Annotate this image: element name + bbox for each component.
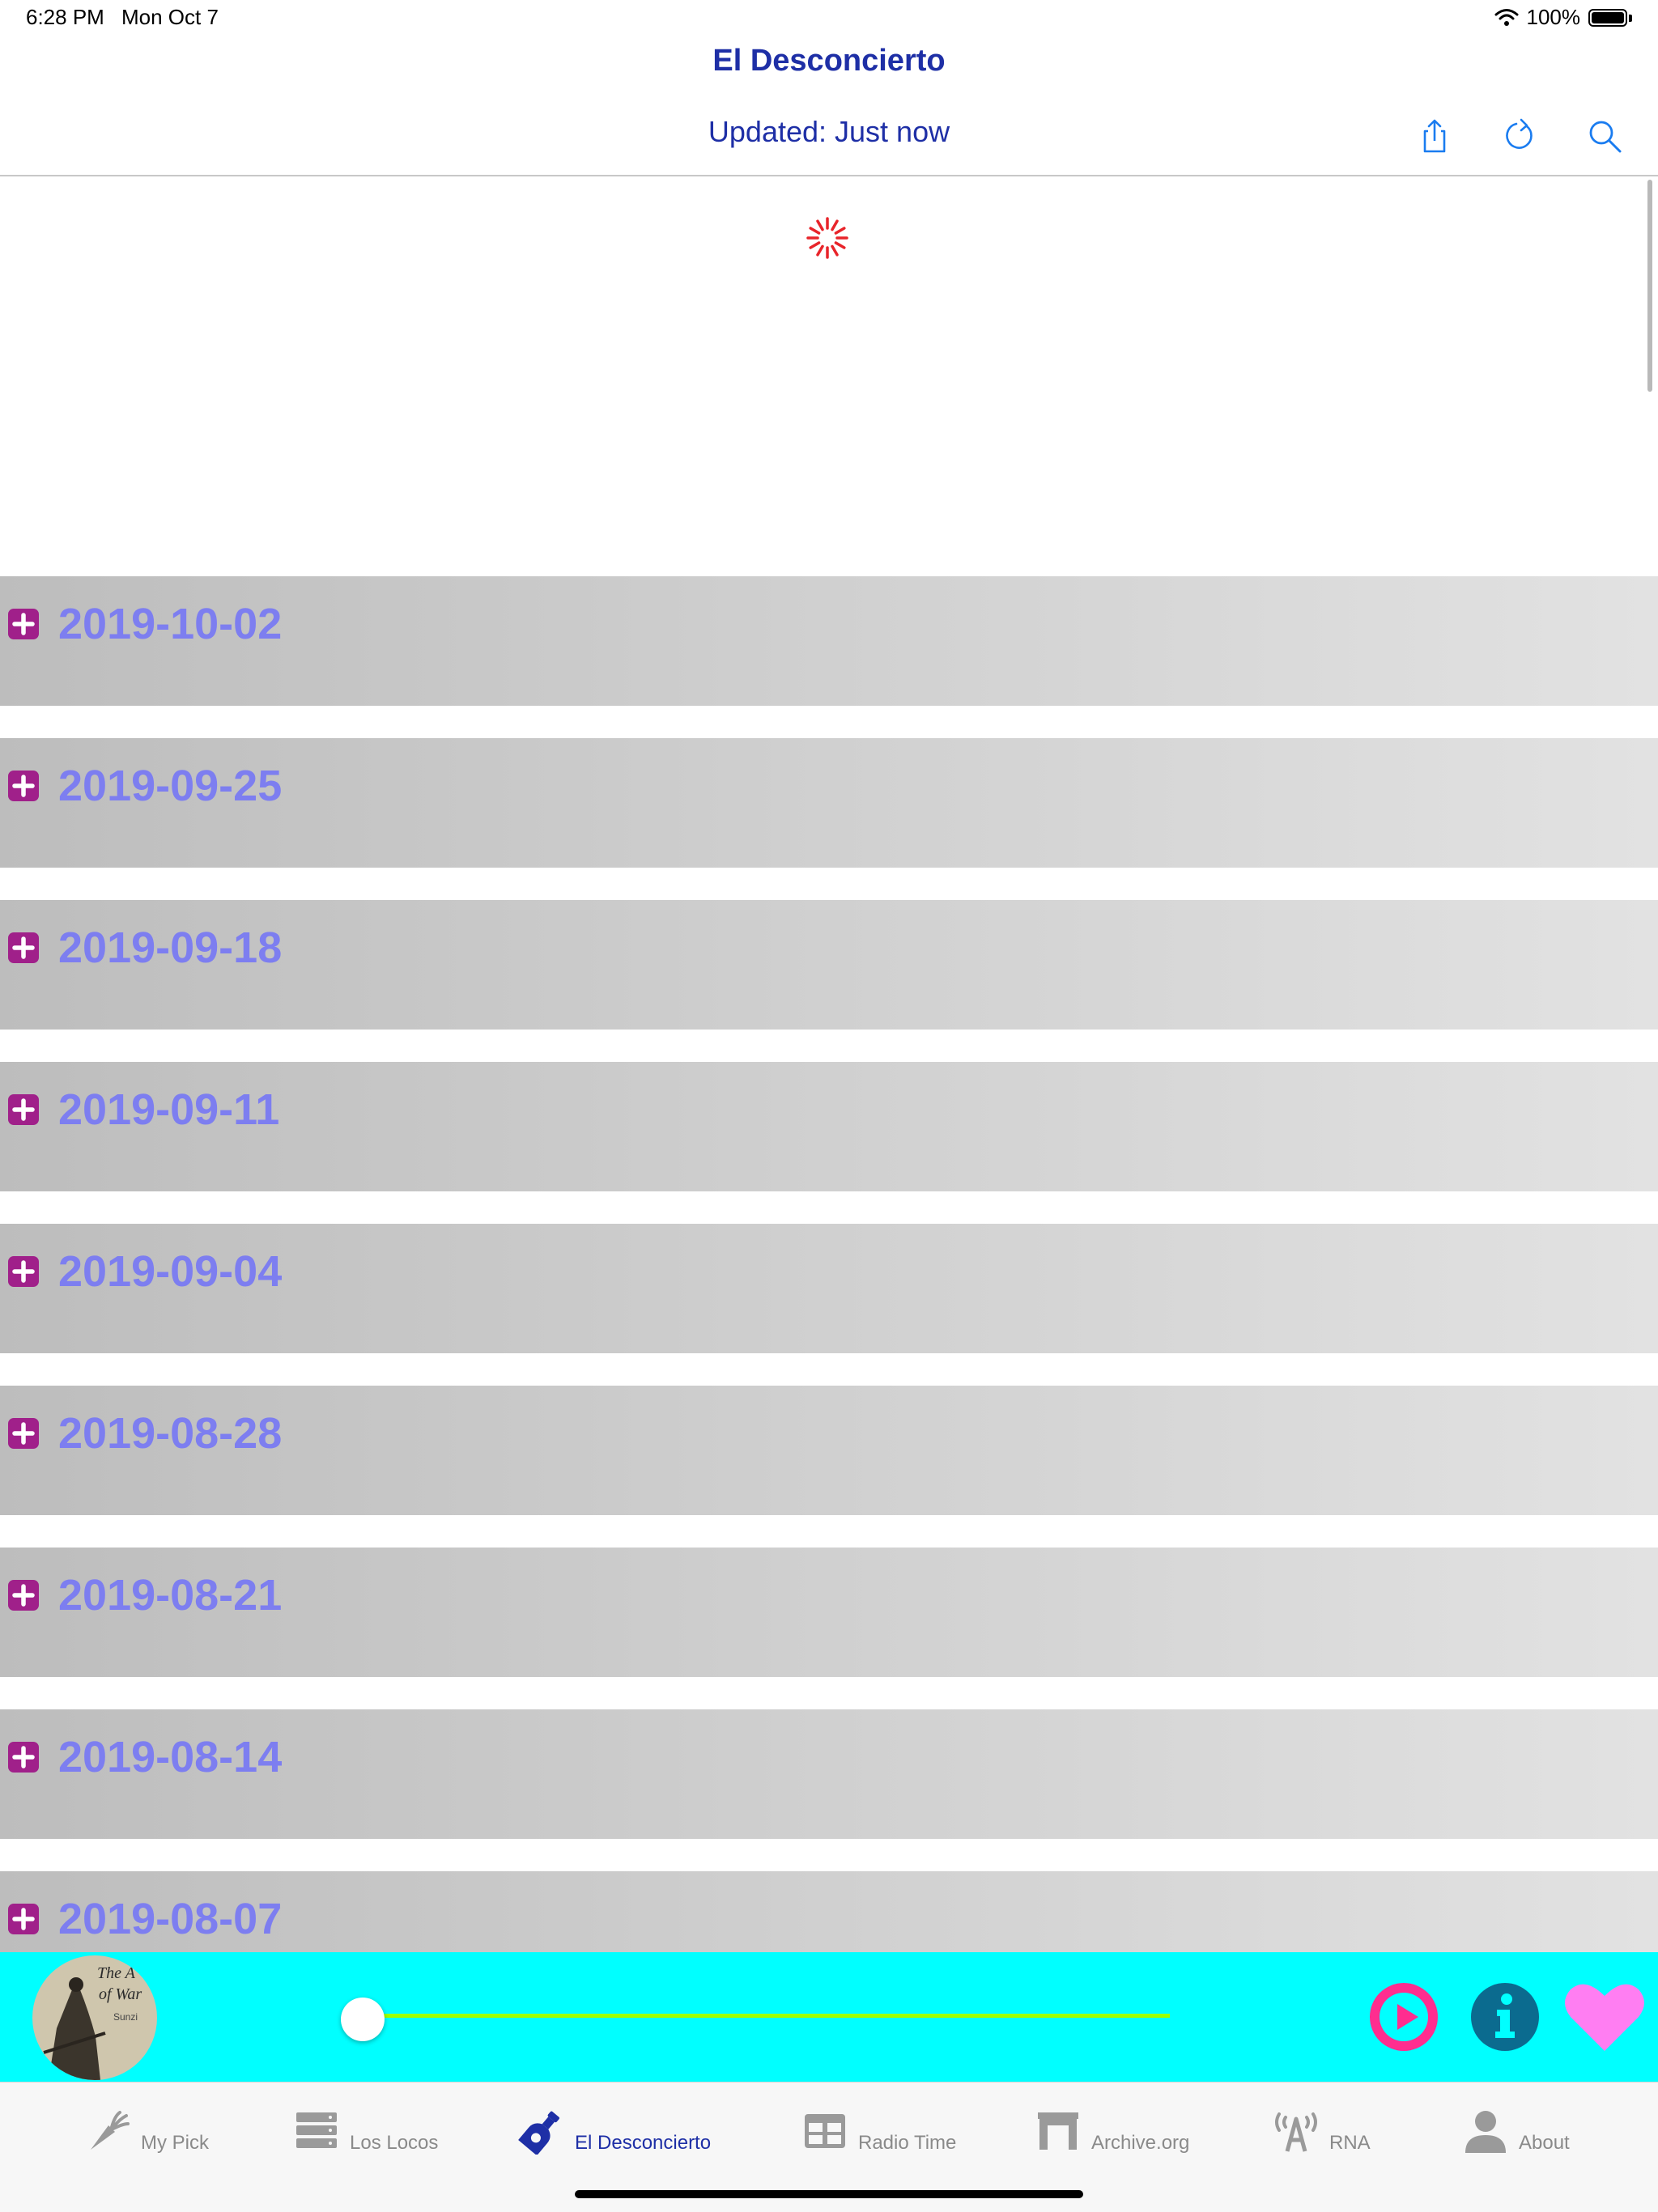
status-time: 6:28 PM — [26, 5, 104, 29]
tab-my-pick[interactable]: My Pick — [84, 2083, 209, 2180]
expand-plus-icon[interactable] — [8, 932, 39, 963]
tab-label: About — [1519, 2132, 1570, 2154]
list-item[interactable]: 2019-09-25 — [0, 738, 1658, 868]
list-item[interactable]: 2019-09-11 — [0, 1062, 1658, 1191]
list-item[interactable]: 2019-08-21 — [0, 1548, 1658, 1677]
list-item-date: 2019-09-18 — [58, 923, 283, 972]
wifi-icon — [1494, 8, 1518, 26]
list-item[interactable]: 2019-10-02 — [0, 576, 1658, 706]
expand-plus-icon[interactable] — [8, 1418, 39, 1449]
status-date: Mon Oct 7 — [121, 5, 219, 29]
antenna-icon — [1275, 2112, 1317, 2152]
list-item-date: 2019-09-04 — [58, 1247, 283, 1296]
share-icon — [1423, 119, 1446, 153]
tab-label: El Desconcierto — [575, 2132, 712, 2154]
tab-radio-time[interactable]: Radio Time — [801, 2083, 956, 2180]
list-item[interactable]: 2019-09-18 — [0, 900, 1658, 1030]
carrot-icon — [91, 2111, 130, 2150]
list-item[interactable]: 2019-08-07 — [0, 1871, 1658, 1952]
person-icon — [1465, 2111, 1506, 2153]
progress-track[interactable] — [360, 2014, 1170, 2018]
search-icon — [1589, 121, 1622, 153]
expand-plus-icon[interactable] — [8, 1742, 39, 1773]
play-button[interactable] — [1368, 1981, 1439, 2053]
refresh-button[interactable] — [1493, 110, 1545, 162]
heart-icon — [1565, 1984, 1644, 2051]
page-title: El Desconcierto — [712, 44, 946, 78]
navigation-bar: El Desconcierto Updated: Just now — [0, 39, 1658, 176]
list-item-date: 2019-08-21 — [58, 1571, 283, 1620]
table-icon — [805, 2114, 845, 2148]
tab-label: Archive.org — [1091, 2132, 1190, 2154]
server-icon — [296, 2112, 337, 2148]
expand-plus-icon[interactable] — [8, 1904, 39, 1934]
expand-plus-icon[interactable] — [8, 771, 39, 801]
list-item[interactable]: 2019-08-14 — [0, 1709, 1658, 1839]
tab-rna[interactable]: RNA — [1273, 2083, 1371, 2180]
favorite-button[interactable] — [1564, 1980, 1645, 2054]
tab-label: My Pick — [141, 2132, 209, 2154]
info-button[interactable] — [1469, 1981, 1541, 2053]
album-artwork[interactable]: The A of War Sunzi — [32, 1955, 157, 2080]
list-item[interactable]: 2019-09-04 — [0, 1224, 1658, 1353]
expand-plus-icon[interactable] — [8, 1580, 39, 1611]
list-item[interactable]: 2019-08-28 — [0, 1386, 1658, 1515]
status-indicators: 100% — [1494, 5, 1635, 30]
list-item-date: 2019-08-28 — [58, 1409, 283, 1458]
tab-los-locos[interactable]: Los Locos — [293, 2083, 438, 2180]
list-item-date: 2019-08-14 — [58, 1733, 283, 1781]
list-item-date: 2019-09-25 — [58, 762, 283, 810]
expand-plus-icon[interactable] — [8, 1256, 39, 1287]
artwork-title-line2: of War — [99, 1985, 142, 2003]
battery-icon — [1588, 7, 1634, 28]
home-indicator[interactable] — [575, 2190, 1083, 2198]
list-item-date: 2019-08-07 — [58, 1895, 283, 1943]
artwork-title-line1: The A — [97, 1964, 136, 1982]
tab-el-desconcierto[interactable]: El Desconcierto — [518, 2083, 711, 2180]
archive-arch-icon — [1038, 2112, 1078, 2150]
scroll-indicator[interactable] — [1647, 180, 1652, 392]
loading-spinner-icon — [806, 217, 848, 259]
progress-slider-thumb[interactable] — [341, 1998, 385, 2041]
status-bar: 6:28 PM Mon Oct 7 100% — [0, 0, 1658, 39]
expand-plus-icon[interactable] — [8, 609, 39, 639]
tab-label: Los Locos — [350, 2132, 439, 2154]
search-button[interactable] — [1579, 110, 1630, 162]
share-button[interactable] — [1409, 110, 1460, 162]
battery-percent: 100% — [1526, 5, 1581, 29]
episode-list: 2019-10-02 2019-09-25 2019-09-18 2019-09… — [0, 576, 1658, 1952]
tab-label: RNA — [1329, 2132, 1371, 2154]
tab-archive-org[interactable]: Archive.org — [1035, 2083, 1189, 2180]
list-item-date: 2019-10-02 — [58, 600, 283, 648]
list-item-date: 2019-09-11 — [58, 1085, 280, 1134]
tab-about[interactable]: About — [1462, 2083, 1570, 2180]
bottle-icon — [518, 2111, 559, 2155]
refresh-icon — [1506, 118, 1533, 149]
tab-label: Radio Time — [858, 2132, 957, 2154]
expand-plus-icon[interactable] — [8, 1094, 39, 1125]
artwork-author: Sunzi — [113, 2011, 138, 2023]
player-bar: The A of War Sunzi — [0, 1952, 1658, 2082]
